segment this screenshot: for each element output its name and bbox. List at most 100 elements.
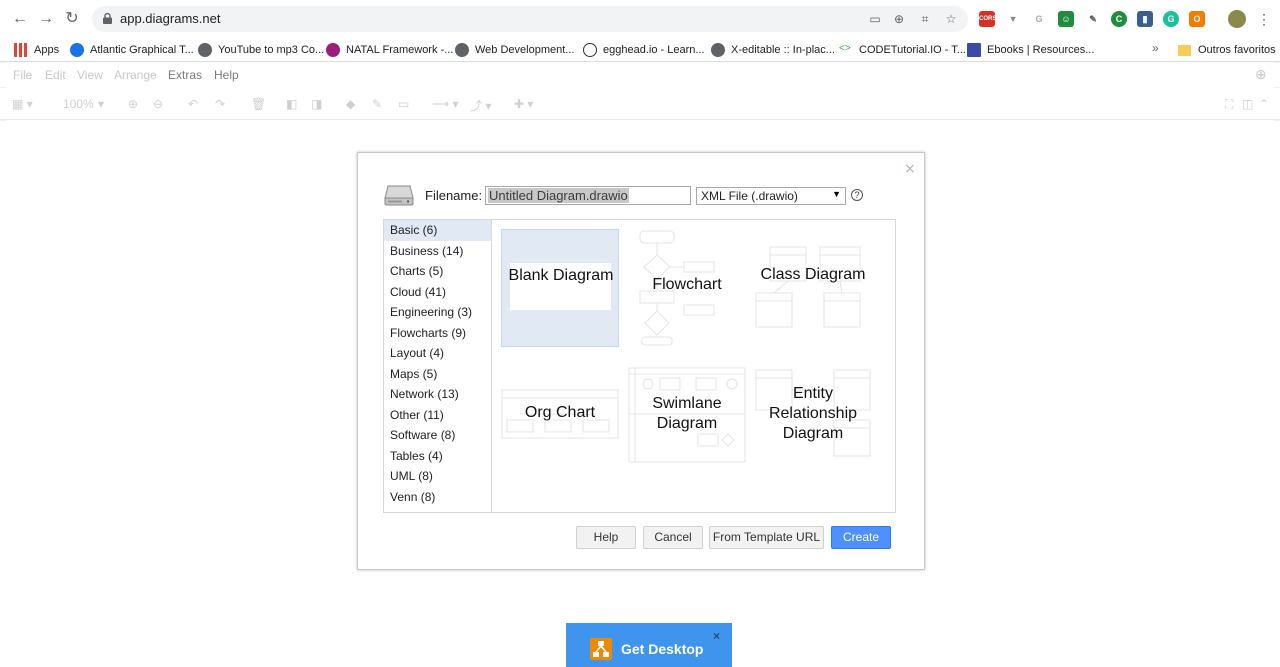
category-venn[interactable]: Venn (8)	[384, 487, 492, 508]
fill-color-icon[interactable]: ◆	[346, 97, 355, 111]
language-globe-icon[interactable]: ⊕	[1255, 66, 1267, 83]
browser-toolbar: ← → ↻ app.diagrams.net ▭ ⊕ ⌗ ☆ CORS ▼ G …	[0, 0, 1280, 38]
template-blank-diagram[interactable]: Blank Diagram	[501, 229, 619, 347]
back-icon[interactable]: ←	[10, 9, 30, 29]
get-desktop-label: Get Desktop	[621, 641, 704, 657]
menu-help[interactable]: Help	[214, 68, 239, 82]
zoom-out-icon[interactable]: ⊖	[153, 97, 163, 111]
category-business[interactable]: Business (14)	[384, 241, 492, 262]
google-extension-icon[interactable]: G	[1031, 11, 1047, 27]
page-view-icon[interactable]: ▦ ▾	[12, 97, 33, 111]
bookmark-youtube-mp3[interactable]: YouTube to mp3 Co...	[198, 40, 324, 60]
create-button[interactable]: Create	[831, 526, 891, 549]
help-icon[interactable]: ?	[851, 189, 863, 201]
filename-input[interactable]: Untitled Diagram.drawio	[485, 186, 691, 205]
bookmark-x-editable[interactable]: X-editable :: In-plac...	[711, 40, 835, 60]
shadow-icon[interactable]: ▭	[398, 97, 409, 111]
template-entity-relationship-diagram[interactable]: Entity Relationship Diagram	[754, 356, 872, 474]
url-text: app.diagrams.net	[120, 11, 221, 26]
zoom-select[interactable]: 100%	[63, 97, 94, 111]
grammarly-icon[interactable]: G	[1163, 11, 1179, 27]
cast-icon[interactable]: ▭	[868, 12, 882, 26]
bookmark-web-development[interactable]: Web Development...	[455, 40, 574, 60]
forward-icon[interactable]: →	[36, 9, 56, 29]
insert-icon[interactable]: ✚ ▾	[514, 97, 533, 111]
bookmark-natal[interactable]: NATAL Framework -...	[326, 40, 453, 60]
category-cloud[interactable]: Cloud (41)	[384, 282, 492, 303]
category-flowcharts[interactable]: Flowcharts (9)	[384, 323, 492, 344]
dialog-close-button[interactable]: ×	[904, 161, 916, 177]
book-extension-icon[interactable]: ▮	[1137, 11, 1153, 27]
help-button[interactable]: Help	[576, 526, 636, 549]
category-layout[interactable]: Layout (4)	[384, 343, 492, 364]
bookmark-label: Outros favoritos	[1198, 44, 1276, 56]
format-panel-icon[interactable]: ◫	[1242, 97, 1253, 111]
eyedropper-extension-icon[interactable]: ✎	[1085, 11, 1101, 27]
menu-arrange[interactable]: Arrange	[114, 68, 157, 82]
file-format-select[interactable]: XML File (.drawio) ▼	[696, 187, 846, 205]
template-org-chart[interactable]: Org Chart	[501, 356, 619, 474]
template-label: Org Chart	[524, 404, 596, 421]
category-other[interactable]: Other (11)	[384, 405, 492, 426]
category-basic[interactable]: Basic (6)	[384, 220, 492, 241]
category-software[interactable]: Software (8)	[384, 425, 492, 446]
template-swimlane-diagram[interactable]: Swimlane Diagram	[628, 356, 746, 474]
close-icon[interactable]: ×	[713, 629, 720, 643]
address-bar[interactable]: app.diagrams.net ▭ ⊕ ⌗ ☆	[92, 6, 968, 32]
delete-icon[interactable]: 🗑	[251, 97, 266, 111]
zoom-dropdown-icon[interactable]: ▾	[98, 97, 104, 111]
template-class-diagram[interactable]: Class Diagram	[754, 229, 872, 347]
template-flowchart[interactable]: Flowchart	[628, 229, 746, 347]
bookmark-atlantic[interactable]: Atlantic Graphical T...	[70, 40, 194, 60]
category-engineering[interactable]: Engineering (3)	[384, 302, 492, 323]
reload-icon[interactable]: ↻	[62, 9, 82, 29]
from-template-url-button[interactable]: From Template URL	[709, 526, 824, 549]
translate-icon[interactable]: ⌗	[918, 12, 932, 26]
apps-grid-icon	[14, 43, 28, 57]
bookmark-codetutorial[interactable]: <> CODETutorial.IO - T...	[839, 40, 966, 60]
category-charts[interactable]: Charts (5)	[384, 261, 492, 282]
menu-extras[interactable]: Extras	[168, 68, 202, 82]
refresh-extension-icon[interactable]: C	[1111, 11, 1127, 27]
menu-edit[interactable]: Edit	[45, 68, 66, 82]
menu-file[interactable]: File	[13, 68, 32, 82]
bookmarks-overflow-button[interactable]: »	[1152, 41, 1159, 55]
get-desktop-banner[interactable]: Get Desktop ×	[566, 623, 732, 667]
category-tables[interactable]: Tables (4)	[384, 446, 492, 467]
template-grid: Blank Diagram Flowchart Class Diagram Or…	[491, 219, 896, 513]
zoom-icon[interactable]: ⊕	[892, 12, 906, 26]
zoom-in-icon[interactable]: ⊕	[128, 97, 138, 111]
cancel-button[interactable]: Cancel	[643, 526, 703, 549]
redo-icon[interactable]: ↷	[215, 97, 225, 111]
star-icon[interactable]: ☆	[944, 12, 958, 26]
office-extension-icon[interactable]: O	[1189, 11, 1205, 27]
category-maps[interactable]: Maps (5)	[384, 364, 492, 385]
collapse-icon[interactable]: ⌃	[1259, 97, 1269, 111]
bookmark-egghead[interactable]: egghead.io - Learn...	[583, 40, 705, 60]
vue-extension-icon[interactable]: ▼	[1005, 11, 1021, 27]
cors-extension-icon[interactable]: CORS	[979, 11, 996, 27]
menu-view[interactable]: View	[77, 68, 103, 82]
egghead-favicon	[583, 43, 597, 57]
bookmark-other-favorites[interactable]: Outros favoritos	[1178, 40, 1276, 60]
atlantic-favicon	[70, 43, 84, 57]
undo-icon[interactable]: ↶	[188, 97, 198, 111]
smile-extension-icon[interactable]: ☺	[1058, 11, 1074, 27]
template-label: Class Diagram	[760, 266, 866, 283]
waypoints-icon[interactable]: ⤴ ▾	[470, 97, 491, 114]
class-diagram-thumbnail	[755, 246, 861, 328]
category-network[interactable]: Network (13)	[384, 384, 492, 405]
fullscreen-icon[interactable]: ⛶	[1225, 97, 1233, 112]
to-back-icon[interactable]: ◨	[311, 97, 322, 111]
file-format-value: XML File (.drawio)	[701, 189, 798, 203]
connection-icon[interactable]: ⟶ ▾	[432, 97, 459, 111]
bookmark-apps[interactable]: Apps	[14, 40, 59, 60]
bookmark-label: Web Development...	[475, 44, 575, 56]
line-color-icon[interactable]: ✎	[372, 97, 382, 111]
to-front-icon[interactable]: ◧	[286, 97, 297, 111]
bookmark-label: Atlantic Graphical T...	[90, 44, 194, 56]
bookmark-ebooks[interactable]: Ebooks | Resources...	[967, 40, 1094, 60]
category-uml[interactable]: UML (8)	[384, 466, 492, 487]
menu-kebab-icon[interactable]: ⋮	[1254, 9, 1274, 29]
profile-avatar[interactable]	[1228, 10, 1246, 28]
